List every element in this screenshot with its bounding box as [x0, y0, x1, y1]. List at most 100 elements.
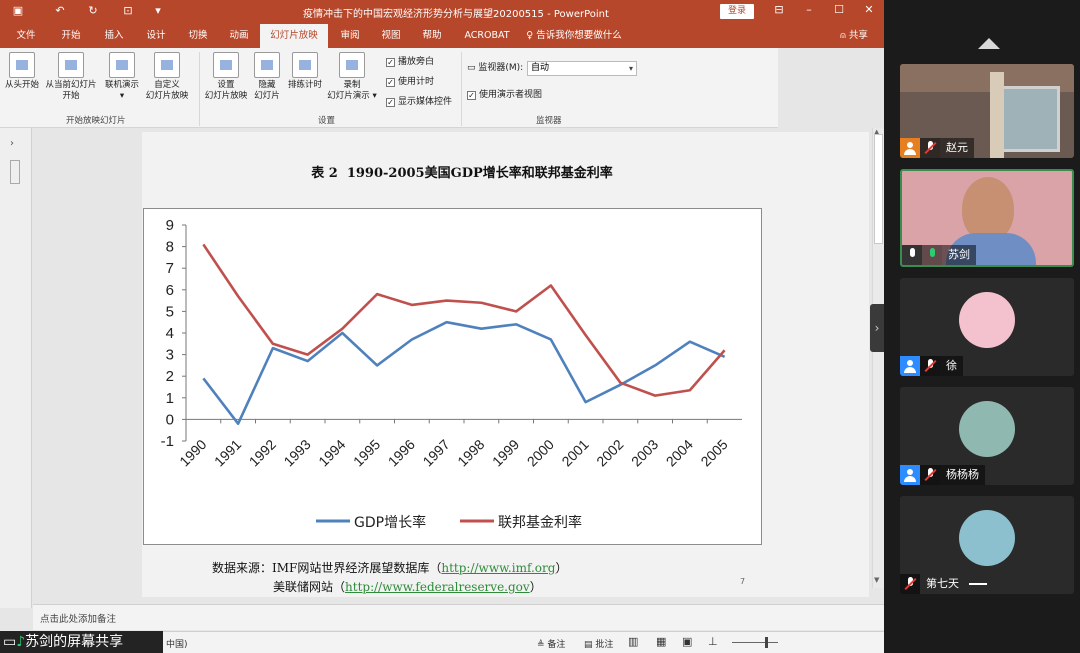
participant-name-bar: 杨杨杨	[900, 465, 985, 485]
group-label-monitor: 监视器	[536, 116, 562, 126]
slideshow-view-icon[interactable]: ⊥	[708, 635, 718, 648]
source-prefix: 数据来源：IMF网站世界经济展望数据库（	[212, 561, 442, 575]
participant-tile[interactable]: 赵元	[900, 64, 1074, 158]
record-slideshow-button[interactable]: 录制 幻灯片演示 ▾	[324, 52, 380, 102]
from-current-button[interactable]: 从当前幻灯片 开始	[44, 52, 98, 102]
share-button[interactable]: ⍝ 共享	[834, 24, 874, 48]
presenter-view-checkbox[interactable]: ✓ 使用演示者视图	[467, 89, 542, 101]
avatar	[959, 401, 1015, 457]
mic-muted-icon	[920, 465, 940, 485]
close-icon[interactable]: ✕	[860, 3, 878, 16]
slide-page-number: 7	[740, 577, 746, 586]
presenter-view-label: 使用演示者视图	[479, 90, 543, 100]
person-icon	[900, 465, 920, 485]
person-icon: ⍝	[840, 30, 849, 41]
login-button[interactable]: 登录	[720, 4, 754, 19]
custom-slideshow-button[interactable]: 自定义 幻灯片放映	[142, 52, 192, 102]
present-online-button[interactable]: 联机演示 ▾	[100, 52, 144, 102]
ribbon-display-options-icon[interactable]: ⊟	[770, 3, 788, 16]
tab-animations[interactable]: 动画	[221, 24, 257, 48]
play-narrations-label: 播放旁白	[398, 57, 435, 67]
notes-pane[interactable]: 点击此处添加备注	[33, 604, 884, 630]
slideshow-quick-icon[interactable]: ⊡	[120, 3, 136, 19]
scroll-up-arrow-icon[interactable]	[978, 38, 1000, 49]
screen-share-label: 苏剑的屏幕共享	[25, 634, 124, 650]
tab-slideshow[interactable]: 幻灯片放映	[260, 24, 328, 48]
zoom-slider-thumb[interactable]	[765, 637, 768, 648]
federal-reserve-link[interactable]: http://www.federalreserve.gov	[345, 580, 530, 594]
minimize-icon[interactable]: –	[800, 3, 818, 16]
video-feed	[990, 72, 1004, 158]
language-indicator[interactable]: 中国)	[166, 637, 188, 650]
undo-icon[interactable]: ↶	[52, 3, 68, 19]
x-tick-label: 1994	[315, 436, 348, 469]
show-media-controls-checkbox[interactable]: ✓ 显示媒体控件	[386, 96, 452, 108]
from-beginning-button[interactable]: 从头开始	[4, 52, 40, 91]
hide-label-1: 隐藏	[258, 80, 276, 90]
tell-me-label: 告诉我你想要做什么	[536, 30, 622, 41]
record-label-1: 录制	[343, 80, 361, 90]
collapse-panel-icon[interactable]: ›	[870, 304, 884, 352]
tell-me-search[interactable]: ♀ 告诉我你想要做什么	[524, 24, 624, 48]
imf-link[interactable]: http://www.imf.org	[441, 561, 555, 575]
participant-tile[interactable]: 徐	[900, 278, 1074, 376]
x-tick-label: 1998	[454, 436, 487, 469]
y-tick-label: 7	[166, 260, 174, 277]
play-narrations-checkbox[interactable]: ✓ 播放旁白	[386, 56, 434, 68]
maximize-icon[interactable]: ☐	[830, 3, 848, 16]
use-timings-checkbox[interactable]: ✓ 使用计时	[386, 76, 434, 88]
screen-share-icon	[902, 245, 922, 265]
chart-frame[interactable]: 9 8 7 6 5 4 3 2 1 0 -1 1990 1991 1992 1993 1994 1995 1996…	[143, 208, 762, 545]
scroll-down-icon[interactable]: ▼	[874, 576, 879, 584]
save-icon[interactable]: ▣	[10, 3, 26, 19]
participant-name: 赵元	[940, 138, 974, 158]
screen-share-icon: ▭	[3, 634, 17, 650]
source-line-2: 美联储网站（http://www.federalreserve.gov）	[273, 578, 542, 595]
hide-label-2: 幻灯片	[254, 91, 280, 101]
customize-quick-access-icon[interactable]: ▾	[150, 3, 166, 19]
scroll-thumb[interactable]	[874, 134, 883, 244]
participant-tile-active-speaker[interactable]: 苏剑	[900, 169, 1074, 267]
tab-acrobat[interactable]: ACROBAT	[458, 24, 516, 48]
expand-chevron-icon[interactable]: ›	[10, 138, 14, 149]
slide-sorter-icon[interactable]: ▦	[656, 635, 666, 648]
tab-help[interactable]: 帮助	[414, 24, 450, 48]
reading-view-icon[interactable]: ▣	[682, 635, 692, 648]
rehearse-timings-button[interactable]: 排练计时	[285, 52, 325, 91]
tab-transitions[interactable]: 切换	[180, 24, 216, 48]
tab-design[interactable]: 设计	[138, 24, 174, 48]
participant-name-bar: 徐	[900, 356, 963, 376]
ribbon-tabs: 文件 开始 插入 设计 切换 动画 幻灯片放映 审阅 视图 帮助 ACROBAT…	[0, 24, 884, 48]
tab-view[interactable]: 视图	[373, 24, 409, 48]
tab-insert[interactable]: 插入	[96, 24, 132, 48]
thumbnails-icon[interactable]	[10, 160, 20, 184]
participant-tile[interactable]: 杨杨杨	[900, 387, 1074, 485]
tab-file[interactable]: 文件	[8, 24, 44, 48]
hide-slide-button[interactable]: 隐藏 幻灯片	[250, 52, 284, 102]
y-tick-label: 1	[166, 390, 174, 407]
participant-tile[interactable]: 第七天	[900, 496, 1074, 594]
normal-view-icon[interactable]: ▥	[628, 635, 638, 648]
comments-toggle[interactable]: ▤ 批注	[584, 637, 613, 650]
line-chart: 9 8 7 6 5 4 3 2 1 0 -1 1990 1991 1992 1993 1994 1995 1996…	[161, 217, 742, 531]
x-tick-label: 2001	[558, 436, 591, 469]
notes-toggle[interactable]: ≜ 备注	[537, 637, 565, 650]
more-options-icon[interactable]	[969, 583, 987, 585]
vertical-scrollbar[interactable]: ▲ ▼	[872, 128, 884, 588]
x-tick-label: 1996	[385, 436, 418, 469]
from-current-label-1: 从当前幻灯片	[45, 80, 97, 90]
participant-name: 杨杨杨	[940, 465, 985, 485]
monitor-select[interactable]: 自动	[527, 61, 637, 76]
series-line	[202, 320, 726, 426]
person-icon	[900, 356, 920, 376]
x-tick-label: 1999	[489, 436, 522, 469]
ribbon: 从头开始 从当前幻灯片 开始 联机演示 ▾ 自定义 幻灯片放映 开始放映幻灯片 设置幻…	[0, 48, 778, 128]
zoom-slider[interactable]	[732, 642, 778, 643]
monitor-icon: ▭	[467, 63, 479, 73]
tab-home[interactable]: 开始	[52, 24, 90, 48]
setup-slideshow-button[interactable]: 设置 幻灯片放映	[202, 52, 250, 102]
tab-review[interactable]: 审阅	[332, 24, 368, 48]
thumbnail-pane-collapsed[interactable]: ›	[0, 128, 32, 608]
redo-icon[interactable]: ↻	[85, 3, 101, 19]
use-timings-label: 使用计时	[398, 77, 435, 87]
